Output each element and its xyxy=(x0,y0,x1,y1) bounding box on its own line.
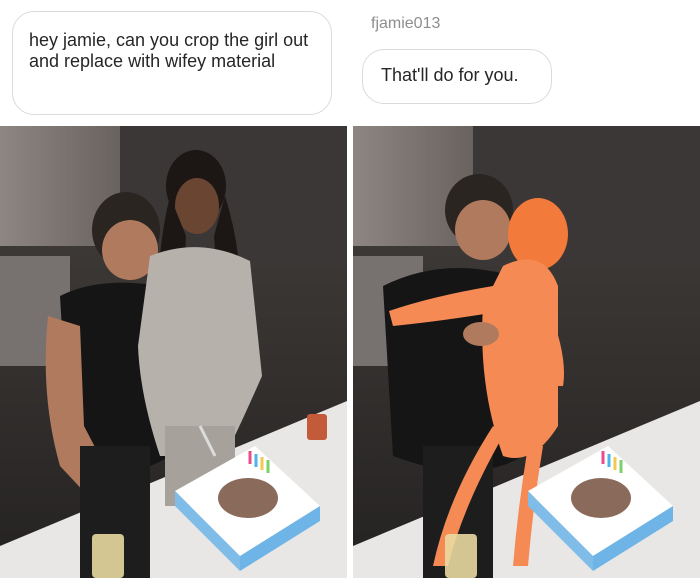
reply-username[interactable]: fjamie013 xyxy=(371,15,440,33)
photo-icon xyxy=(0,126,347,578)
reply-message-text: That'll do for you. xyxy=(381,65,519,85)
request-message-text: hey jamie, can you crop the girl out and… xyxy=(29,30,309,71)
edited-photo xyxy=(353,126,700,578)
reply-message-bubble: That'll do for you. xyxy=(362,49,552,104)
photo-icon xyxy=(353,126,700,578)
request-message-bubble: hey jamie, can you crop the girl out and… xyxy=(12,11,332,115)
original-photo xyxy=(0,126,347,578)
